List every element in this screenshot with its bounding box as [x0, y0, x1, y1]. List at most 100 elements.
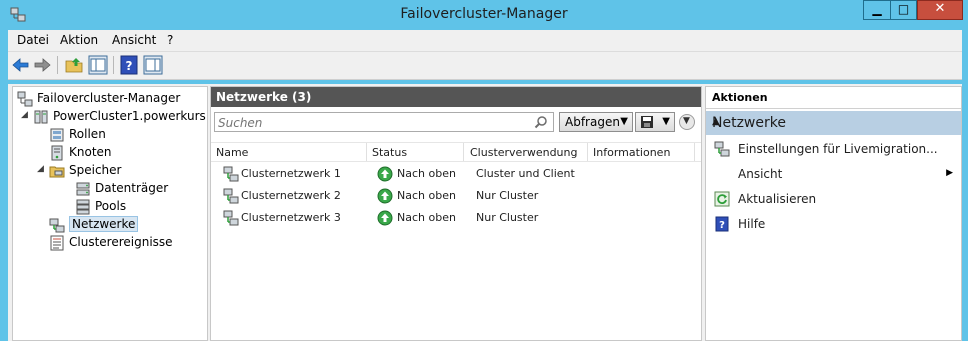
- menu-aktion[interactable]: Aktion: [60, 33, 98, 47]
- panel-header: Netzwerke (3): [211, 87, 701, 107]
- show-hide-tree-icon[interactable]: [88, 55, 108, 75]
- toolbar-separator: [113, 56, 114, 74]
- tree-item-powercluster1[interactable]: ◢ PowerCluster1.powerkurs.lo: [17, 108, 207, 126]
- network-icon: [223, 188, 239, 204]
- svg-text:?: ?: [719, 220, 725, 231]
- submenu-arrow-icon: ▶: [946, 168, 953, 178]
- up-folder-icon[interactable]: [64, 55, 84, 75]
- cell-name: Clusternetzwerk 1: [241, 167, 341, 180]
- action-live-migration-settings[interactable]: Einstellungen für Livemigration...: [706, 137, 961, 161]
- cell-usage: Cluster und Client: [476, 167, 575, 180]
- status-up-icon: [377, 210, 393, 226]
- tree-item-pools[interactable]: Pools: [17, 198, 207, 216]
- tree-item-label: Datenträger: [95, 181, 169, 195]
- action-label: Einstellungen für Livemigration...: [738, 142, 938, 156]
- disks-icon: [76, 182, 90, 196]
- search-box[interactable]: [214, 112, 554, 132]
- action-label: Ansicht: [738, 167, 783, 181]
- cell-status: Nach oben: [397, 189, 456, 202]
- query-button[interactable]: Abfragen ▼: [559, 112, 633, 132]
- tree-item-label: Knoten: [69, 145, 112, 159]
- networks-icon: [49, 218, 65, 233]
- network-icon: [223, 166, 239, 182]
- toolbar-separator: [57, 56, 58, 74]
- cell-name: Clusternetzwerk 3: [241, 211, 341, 224]
- tree-item-rollen[interactable]: Rollen: [17, 126, 207, 144]
- toolbar: ?: [8, 52, 962, 80]
- minimize-button[interactable]: ▁: [863, 0, 890, 20]
- chevron-down-icon: ▼: [683, 116, 690, 126]
- expanded-chevron-icon[interactable]: ◢: [21, 110, 28, 120]
- action-label: Hilfe: [738, 217, 766, 231]
- actions-title: Aktionen: [712, 91, 768, 104]
- column-header-status[interactable]: Status: [372, 146, 407, 159]
- menu-bar: Datei Aktion Ansicht ?: [8, 30, 962, 52]
- expanded-chevron-icon[interactable]: ◢: [37, 164, 44, 174]
- menu-ansicht[interactable]: Ansicht: [112, 33, 156, 47]
- live-migration-settings-icon: [714, 141, 730, 157]
- column-header-name[interactable]: Name: [216, 146, 248, 159]
- menu-help[interactable]: ?: [167, 33, 173, 47]
- tree-item-failovercluster-manager[interactable]: Failovercluster-Manager: [17, 90, 207, 108]
- table-row[interactable]: Clusternetzwerk 1 Nach oben Cluster und …: [211, 163, 701, 185]
- cluster-icon: [34, 110, 48, 124]
- column-divider[interactable]: [463, 143, 464, 161]
- tree-item-knoten[interactable]: Knoten: [17, 144, 207, 162]
- column-header-info[interactable]: Informationen: [593, 146, 670, 159]
- save-icon: [641, 116, 653, 128]
- action-aktualisieren[interactable]: Aktualisieren: [706, 187, 961, 211]
- help-icon[interactable]: ?: [119, 55, 139, 75]
- forward-icon[interactable]: [32, 55, 52, 75]
- column-divider[interactable]: [694, 143, 695, 161]
- tree-item-label: Rollen: [69, 127, 106, 141]
- window-title: Failovercluster-Manager: [400, 6, 568, 22]
- tree-item-label: Clusterereignisse: [69, 235, 173, 249]
- cluster-events-icon: [50, 235, 64, 251]
- status-up-icon: [377, 166, 393, 182]
- roles-icon: [50, 128, 64, 142]
- refresh-icon: [714, 191, 730, 207]
- action-label: Aktualisieren: [738, 192, 817, 206]
- column-header-usage[interactable]: Clusterverwendung: [470, 146, 578, 159]
- column-divider[interactable]: [587, 143, 588, 161]
- cell-status: Nach oben: [397, 167, 456, 180]
- tree-item-label: PowerCluster1.powerkurs.lo: [53, 109, 208, 123]
- title-bar: Failovercluster-Manager ▁ □ ✕: [0, 0, 968, 30]
- show-hide-action-pane-icon[interactable]: [143, 55, 163, 75]
- search-toolbar: Abfragen ▼ ▼ ▼: [211, 108, 701, 134]
- table-row[interactable]: Clusternetzwerk 3 Nach oben Nur Cluster: [211, 207, 701, 229]
- menu-datei[interactable]: Datei: [17, 33, 49, 47]
- action-hilfe[interactable]: ? Hilfe: [706, 212, 961, 236]
- back-icon[interactable]: [11, 55, 31, 75]
- search-icon[interactable]: [534, 115, 548, 129]
- help-icon: ?: [715, 216, 729, 232]
- tree-item-clusterereignisse[interactable]: Clusterereignisse: [17, 234, 207, 252]
- tree-item-label: Speicher: [69, 163, 122, 177]
- svg-text:?: ?: [126, 59, 133, 73]
- dropdown-arrow-icon: ▼: [620, 116, 628, 127]
- actions-header: Aktionen: [706, 87, 961, 109]
- cluster-manager-icon: [17, 91, 33, 107]
- cell-name: Clusternetzwerk 2: [241, 189, 341, 202]
- query-button-label: Abfragen: [565, 115, 620, 129]
- search-input[interactable]: [218, 115, 528, 130]
- action-ansicht[interactable]: Ansicht ▶: [706, 162, 961, 186]
- cell-usage: Nur Cluster: [476, 211, 539, 224]
- column-divider[interactable]: [366, 143, 367, 161]
- cell-status: Nach oben: [397, 211, 456, 224]
- collapse-section-icon[interactable]: ▲: [712, 116, 953, 127]
- network-icon: [223, 210, 239, 226]
- tree-item-datentraeger[interactable]: Datenträger: [17, 180, 207, 198]
- maximize-icon: □: [897, 2, 910, 16]
- tree-item-netzwerke[interactable]: Netzwerke: [17, 216, 207, 234]
- actions-section-netzwerke[interactable]: Netzwerke ▲: [706, 111, 961, 135]
- pools-icon: [76, 199, 90, 215]
- close-button[interactable]: ✕: [917, 0, 963, 20]
- maximize-button[interactable]: □: [890, 0, 917, 20]
- tree-item-speicher[interactable]: ◢ Speicher: [17, 162, 207, 180]
- table-row[interactable]: Clusternetzwerk 2 Nach oben Nur Cluster: [211, 185, 701, 207]
- save-query-button[interactable]: ▼: [635, 112, 675, 132]
- content-area: Failovercluster-Manager ◢ PowerCluster1.…: [8, 84, 962, 341]
- dropdown-arrow-icon: ▼: [662, 116, 670, 127]
- expand-collapse-button[interactable]: ▼: [679, 114, 695, 130]
